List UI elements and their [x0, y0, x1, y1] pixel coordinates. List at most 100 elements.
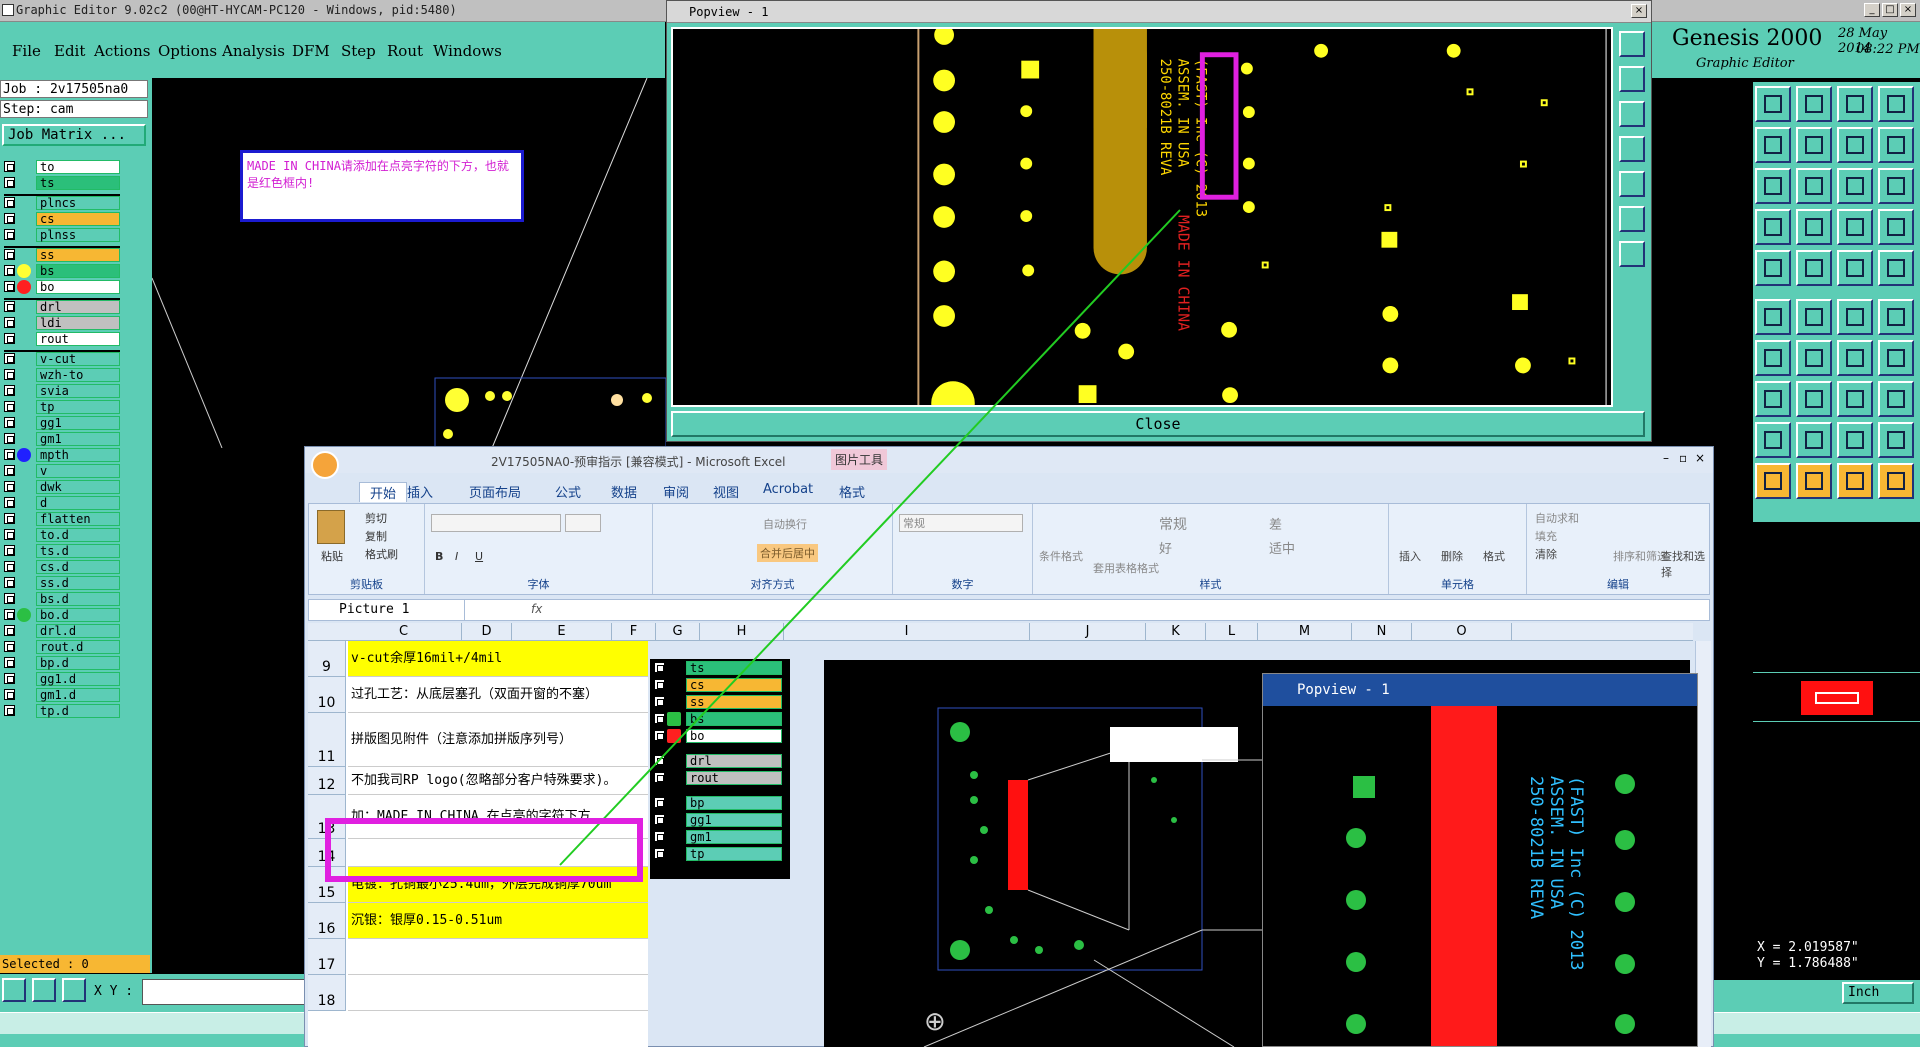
- layer-checkbox[interactable]: [4, 545, 15, 556]
- paste-icon[interactable]: [317, 510, 345, 544]
- layer-name[interactable]: v: [36, 464, 120, 478]
- layer-checkbox[interactable]: [4, 433, 15, 444]
- office-button[interactable]: [311, 451, 339, 479]
- layer-name[interactable]: dwk: [36, 480, 120, 494]
- font-size-select[interactable]: [565, 514, 601, 532]
- cell-row-13[interactable]: 加：MADE IN CHINA 在点亮的字符下方: [348, 795, 648, 839]
- row-header-9[interactable]: 9: [308, 641, 346, 677]
- row-header-12[interactable]: 12: [308, 767, 346, 795]
- cut-button[interactable]: 剪切: [365, 510, 387, 526]
- layer-checkbox[interactable]: [4, 513, 15, 524]
- column-header-H[interactable]: H: [700, 623, 784, 641]
- popview-close-icon[interactable]: ×: [1631, 4, 1647, 18]
- layer-row-to[interactable]: to: [4, 160, 120, 174]
- zoom-tool-button[interactable]: [2, 978, 26, 1002]
- number-format-select[interactable]: 常规: [899, 514, 1023, 532]
- layer-name[interactable]: bs.d: [36, 592, 120, 606]
- style-normal[interactable]: 常规: [1159, 514, 1187, 534]
- layer-checkbox[interactable]: [4, 529, 15, 540]
- row-header-17[interactable]: 17: [308, 939, 346, 975]
- excel-restore[interactable]: ▫: [1679, 451, 1687, 465]
- cross-tool-icon[interactable]: [1796, 299, 1832, 335]
- home-tool-icon[interactable]: [1837, 86, 1873, 122]
- draw-tool-icon[interactable]: [1796, 340, 1832, 376]
- layer-row-v-cut[interactable]: v-cut: [4, 352, 120, 366]
- layer-row-wzh-to[interactable]: wzh-to: [4, 368, 120, 382]
- layer-name[interactable]: gg1: [36, 416, 120, 430]
- layer-row-tp[interactable]: tp: [4, 400, 120, 414]
- wrap-text-button[interactable]: 自动换行: [763, 516, 807, 532]
- layer-name[interactable]: drl: [36, 300, 120, 314]
- menu-analysis[interactable]: Analysis: [222, 42, 285, 60]
- menu-file[interactable]: File: [12, 42, 41, 60]
- ribbon-tab-0[interactable]: 开始: [359, 482, 408, 502]
- select-tool-icon[interactable]: [1878, 209, 1914, 245]
- open-tool-icon[interactable]: [1755, 86, 1791, 122]
- node-tool-icon[interactable]: [1755, 299, 1791, 335]
- layer-row-ts-d[interactable]: ts.d: [4, 544, 120, 558]
- layer-row-drl[interactable]: drl: [4, 300, 120, 314]
- excel-minimize[interactable]: –: [1663, 451, 1669, 465]
- menu-actions[interactable]: Actions: [94, 42, 150, 60]
- layer-checkbox[interactable]: [4, 197, 15, 208]
- column-header-M[interactable]: M: [1258, 623, 1352, 641]
- row-header-15[interactable]: 15: [308, 867, 346, 903]
- layer-row-cs-d[interactable]: cs.d: [4, 560, 120, 574]
- layer-name[interactable]: flatten: [36, 512, 120, 526]
- xy-input[interactable]: [142, 979, 322, 1005]
- row-header-14[interactable]: 14: [308, 839, 346, 867]
- ribbon-tab-5[interactable]: 审阅: [663, 482, 689, 501]
- layer-checkbox[interactable]: [4, 353, 15, 364]
- grid-tool-button[interactable]: [62, 978, 86, 1002]
- layer-name[interactable]: ts: [36, 176, 120, 190]
- save-tool-icon[interactable]: [1796, 86, 1832, 122]
- popview-tool-icon-3[interactable]: [1619, 136, 1645, 162]
- layer-name[interactable]: cs.d: [36, 560, 120, 574]
- layer-checkbox[interactable]: [4, 265, 15, 276]
- align-tool-icon[interactable]: [1878, 127, 1914, 163]
- format-cells-button[interactable]: 格式: [1483, 548, 1505, 564]
- layer-checkbox[interactable]: [4, 449, 15, 460]
- menu-rout[interactable]: Rout: [387, 42, 423, 60]
- curve-tool-icon[interactable]: [1837, 340, 1873, 376]
- layer-name[interactable]: wzh-to: [36, 368, 120, 382]
- graph-tool-icon[interactable]: [1878, 381, 1914, 417]
- row-header-18[interactable]: 18: [308, 975, 346, 1011]
- measure-tool-button[interactable]: [32, 978, 56, 1002]
- layer-checkbox[interactable]: [4, 229, 15, 240]
- mirror-tool-icon[interactable]: [1837, 127, 1873, 163]
- cell-row-14[interactable]: [348, 839, 648, 867]
- layer-name[interactable]: gg1.d: [36, 672, 120, 686]
- layer-name[interactable]: ss.d: [36, 576, 120, 590]
- layer-row-bo[interactable]: bo: [4, 280, 120, 294]
- cell-row-18[interactable]: [348, 975, 648, 1011]
- triangle-c-tool-icon[interactable]: [1837, 422, 1873, 458]
- layer-row-ss[interactable]: ss: [4, 248, 120, 262]
- layer-name[interactable]: rout.d: [36, 640, 120, 654]
- layer-row-gm1[interactable]: gm1: [4, 432, 120, 446]
- distance-tool-icon[interactable]: [1796, 381, 1832, 417]
- layer-name[interactable]: ldi: [36, 316, 120, 330]
- layer-name[interactable]: gm1: [36, 432, 120, 446]
- cell-row-11[interactable]: 拼版图见附件（注意添加拼版序列号）: [348, 713, 648, 767]
- excel-close[interactable]: ×: [1695, 451, 1705, 465]
- layer-name[interactable]: mpth: [36, 448, 120, 462]
- layer-checkbox[interactable]: [4, 641, 15, 652]
- layer-checkbox[interactable]: [4, 317, 15, 328]
- layer-row-gm1-d[interactable]: gm1.d: [4, 688, 120, 702]
- layer-name[interactable]: bo.d: [36, 608, 120, 622]
- font-name-select[interactable]: [431, 514, 561, 532]
- popview-tool-icon-0[interactable]: [1619, 31, 1645, 57]
- layer-checkbox[interactable]: [4, 369, 15, 380]
- layer-name[interactable]: to: [36, 160, 120, 174]
- merge-center-button[interactable]: 合并后居中: [757, 544, 818, 562]
- corner-tool-icon[interactable]: [1755, 381, 1791, 417]
- style-neutral[interactable]: 适中: [1269, 538, 1295, 557]
- layer-checkbox[interactable]: [4, 385, 15, 396]
- layer-row-ts[interactable]: ts: [4, 176, 120, 190]
- line-tool-tool-icon[interactable]: [1796, 250, 1832, 286]
- layer-row-plncs[interactable]: plncs: [4, 196, 120, 210]
- layer-checkbox[interactable]: [4, 401, 15, 412]
- layer-checkbox[interactable]: [4, 609, 15, 620]
- minimize-button[interactable]: _: [1864, 3, 1880, 17]
